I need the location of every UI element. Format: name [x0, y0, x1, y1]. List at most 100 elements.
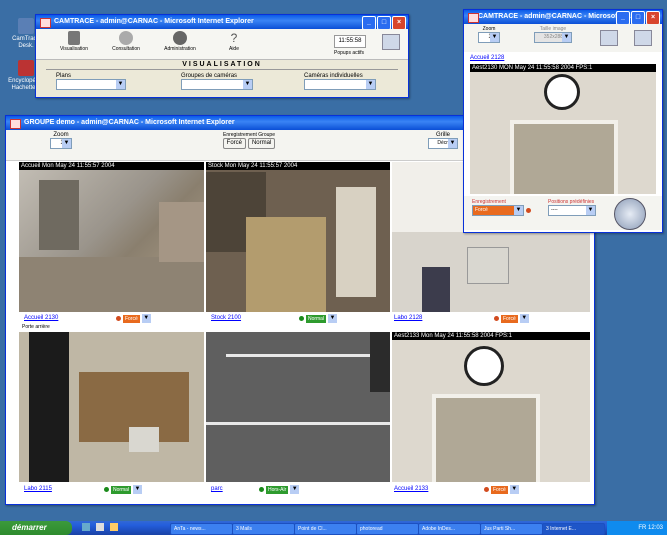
- popup-toggle-button[interactable]: [382, 34, 400, 50]
- mode-dropdown[interactable]: ▼: [290, 485, 300, 494]
- parking-line: [206, 422, 390, 425]
- popout-button[interactable]: [634, 30, 652, 46]
- close-button[interactable]: ×: [646, 11, 660, 24]
- status-dot: [484, 487, 489, 492]
- chevron-down-icon: ▼: [514, 206, 523, 215]
- doorway: [432, 394, 540, 482]
- maximize-button[interactable]: □: [377, 16, 391, 29]
- media-icon[interactable]: [109, 523, 118, 531]
- close-button[interactable]: ×: [392, 16, 406, 29]
- visualisation-window: CAMTRACE - admin@CARNAC - Microsoft Inte…: [35, 14, 409, 98]
- taskbar-item[interactable]: AnTa - news...: [170, 523, 233, 535]
- toolbar-administration-button[interactable]: Administration: [158, 31, 202, 52]
- status-dot: [116, 316, 121, 321]
- chevron-down-icon: ▼: [519, 314, 529, 323]
- chevron-down-icon: ▼: [562, 33, 571, 42]
- popup-camera-link[interactable]: Accueil 2128: [470, 55, 504, 61]
- toolbar-label: Aide: [228, 46, 239, 52]
- taskbar-item[interactable]: Adobe InDes...: [418, 523, 481, 535]
- chevron-down-icon: ▼: [116, 80, 125, 89]
- boxes: [246, 217, 326, 312]
- zoom-select[interactable]: 1▼: [50, 138, 72, 149]
- chevron-down-icon: ▼: [586, 206, 595, 215]
- mode-dropdown[interactable]: ▼: [519, 314, 529, 323]
- cam-status-accueil: Accueil 2130 Forcé ▼: [24, 314, 194, 324]
- mode-select[interactable]: Forcé: [490, 485, 508, 494]
- camera-view-stock[interactable]: Stock Mon May 24 11:55:57 2004: [206, 162, 390, 312]
- toolbar-visualisation-button[interactable]: Visualisation: [54, 31, 94, 52]
- ie-icon: [40, 18, 51, 28]
- taskbar-item[interactable]: photoread: [356, 523, 419, 535]
- mode-select[interactable]: Forcé: [500, 314, 518, 323]
- camera-view-accueil-2133[interactable]: Aest2133 Mon May 24 11:55:58 2004 FPS:1: [392, 332, 590, 482]
- help-icon: ?: [230, 31, 238, 45]
- camera-link[interactable]: parc: [211, 486, 223, 492]
- camera-view-labo-2115[interactable]: [19, 332, 204, 482]
- mode-dropdown[interactable]: ▼: [509, 485, 519, 494]
- taskbar-item[interactable]: 3 Mails: [232, 523, 295, 535]
- mode-select[interactable]: Normal: [305, 314, 327, 323]
- start-button[interactable]: démarrer: [0, 521, 72, 535]
- taskbar-item[interactable]: Point de Cl...: [294, 523, 357, 535]
- cam-status-labo-2128: Labo 2128 Forcé ▼: [394, 314, 584, 324]
- grid-select[interactable]: Décré ▼: [428, 138, 458, 149]
- groups-select[interactable]: ▼: [181, 79, 253, 90]
- toolbar-aide-button[interactable]: ? Aide: [214, 31, 254, 52]
- chevron-down-icon: ▼: [366, 80, 375, 89]
- mode-dropdown[interactable]: ▼: [328, 314, 338, 323]
- mode-dropdown[interactable]: ▼: [133, 485, 143, 494]
- zoom-select[interactable]: 1▼: [478, 32, 500, 43]
- preset-select[interactable]: ---- ▼: [548, 205, 596, 216]
- popup-camera-view[interactable]: Aest2130 MON May 24 11:55:58 2004 FPS:1: [470, 64, 656, 194]
- window-titlebar[interactable]: CAMTRACE - admin@CARNAC - Microsoft Inte…: [36, 15, 408, 29]
- mode-select[interactable]: Hors-Alr: [265, 485, 289, 494]
- camera-link[interactable]: Accueil 2133: [394, 486, 428, 492]
- camera-link[interactable]: Stock 2100: [211, 315, 241, 321]
- chevron-down-icon: ▼: [141, 314, 151, 323]
- camera-view-accueil[interactable]: Accueil Mon May 24 11:55:57 2004: [19, 162, 204, 312]
- minimize-button[interactable]: _: [362, 16, 376, 29]
- toolbar-label: Administration: [164, 46, 196, 52]
- chevron-down-icon: ▼: [490, 33, 499, 42]
- toolbar-label: Visualisation: [60, 46, 88, 52]
- camera-link[interactable]: Labo 2128: [394, 315, 422, 321]
- plans-select[interactable]: ▼: [56, 79, 126, 90]
- taskbar-item[interactable]: 3 Internet E...: [542, 523, 605, 535]
- floor: [19, 257, 204, 312]
- force-button[interactable]: Forcé: [222, 138, 247, 149]
- snapshot-button[interactable]: [600, 30, 618, 46]
- encyclopedia-icon: [18, 60, 34, 76]
- ptz-control-icon[interactable]: [614, 198, 646, 230]
- ie-icon[interactable]: [82, 523, 90, 531]
- window-title: GROUPE demo - admin@CARNAC - Microsoft I…: [24, 119, 235, 126]
- image-size-select[interactable]: 352x288 ▼: [534, 32, 572, 43]
- chevron-down-icon: ▼: [243, 80, 252, 89]
- wall-clock: [464, 346, 504, 386]
- cameras-select[interactable]: ▼: [304, 79, 376, 90]
- mode-select[interactable]: Normal: [110, 485, 132, 494]
- window-titlebar[interactable]: CAMTRACE - admin@CARNAC - Microsoft Int.…: [464, 10, 662, 24]
- maximize-button[interactable]: □: [631, 11, 645, 24]
- window-frame: [29, 332, 69, 482]
- mode-dropdown[interactable]: ▼: [141, 314, 151, 323]
- minimize-button[interactable]: _: [616, 11, 630, 24]
- camera-link[interactable]: Accueil 2130: [24, 315, 58, 321]
- toolbar-label: Consultation: [112, 46, 140, 52]
- taskbar: démarrer AnTa - news... 3 Mails Point de…: [0, 521, 667, 535]
- taskbar-item[interactable]: Jus Parti Sh...: [480, 523, 543, 535]
- window-title: CAMTRACE - admin@CARNAC - Microsoft Inte…: [54, 18, 254, 25]
- chevron-down-icon: ▼: [448, 139, 457, 148]
- status-dot: [259, 487, 264, 492]
- clock-display: 11:55:58: [334, 35, 366, 48]
- system-tray: FR 12:03: [607, 521, 667, 535]
- recording-select[interactable]: Forcé ▼: [472, 205, 524, 216]
- mode-select[interactable]: Forcé: [122, 314, 140, 323]
- toolbar-consultation-button[interactable]: Consultation: [106, 31, 146, 52]
- camera-view-parc[interactable]: [206, 332, 390, 482]
- camera-link[interactable]: Labo 2115: [24, 486, 52, 492]
- satellite-icon: [119, 31, 133, 45]
- desktop-icon[interactable]: [95, 523, 104, 531]
- normal-button[interactable]: Normal: [247, 138, 276, 149]
- door: [336, 187, 376, 297]
- chevron-down-icon: ▼: [328, 314, 338, 323]
